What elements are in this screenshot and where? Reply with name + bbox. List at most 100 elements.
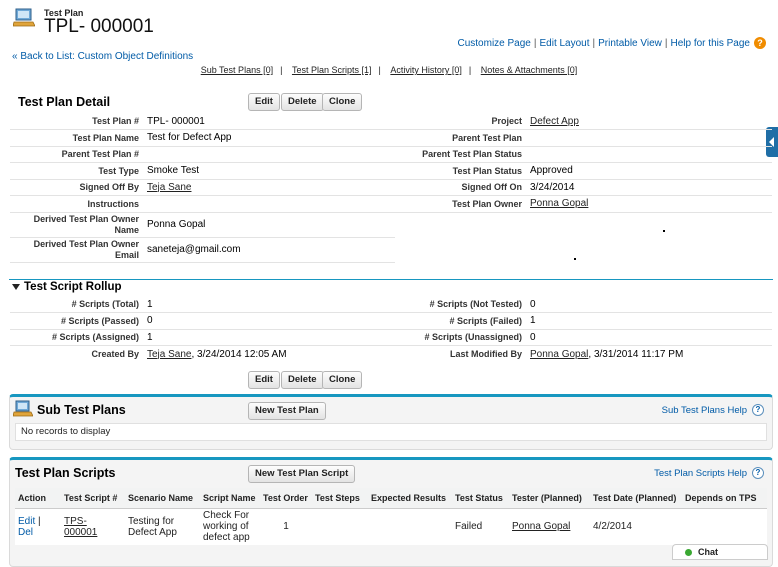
column-header[interactable]: Test Date (Planned): [590, 488, 682, 509]
field-label: # Scripts (Passed): [10, 312, 143, 330]
test-plan-owner-link[interactable]: Ponna Gopal: [530, 198, 588, 209]
cell-steps: [312, 508, 368, 545]
detail-section-title: Test Plan Detail: [18, 95, 111, 109]
help-icon[interactable]: ?: [754, 37, 766, 49]
field-label: Test Plan Owner: [395, 195, 526, 213]
field-value: [526, 146, 772, 163]
edit-layout-link[interactable]: Edit Layout: [539, 38, 589, 49]
customize-page-link[interactable]: Customize Page: [458, 38, 531, 49]
cell-scenario: Testing for Defect App: [128, 515, 177, 538]
field-label: Test Plan Name: [10, 129, 143, 147]
test-plan-object-icon: [12, 7, 36, 29]
field-label: # Scripts (Unassigned): [395, 329, 526, 346]
modified-by-link[interactable]: Ponna Gopal: [530, 349, 588, 360]
delete-button[interactable]: Delete: [281, 93, 324, 111]
field-label: # Scripts (Assigned): [10, 329, 143, 346]
field-value: Ponna Gopal: [143, 212, 395, 238]
no-records-message: No records to display: [15, 423, 767, 441]
cell-script-name: Check For working of defect app: [203, 510, 250, 544]
signed-off-by-link[interactable]: Teja Sane: [147, 182, 191, 193]
test-plan-scripts-panel: Test Plan Scripts New Test Plan Script T…: [9, 457, 773, 567]
row-edit-link[interactable]: Edit: [18, 516, 35, 527]
chat-label: Chat: [698, 547, 718, 557]
help-for-page-link[interactable]: Help for this Page: [671, 38, 751, 49]
related-link-sub-test-plans[interactable]: Sub Test Plans [0]: [201, 65, 273, 75]
cell-status: Failed: [455, 521, 483, 533]
cell-date: 4/2/2014: [593, 521, 632, 533]
column-header[interactable]: Tester (Planned): [509, 488, 590, 509]
field-label: Signed Off By: [10, 179, 143, 196]
clone-button[interactable]: Clone: [322, 93, 363, 111]
column-header[interactable]: Depends on TPS: [682, 488, 767, 509]
rollup-section-title: Test Script Rollup: [24, 281, 122, 293]
rollup-fields-right: # Scripts (Not Tested) 0 # Scripts (Faile…: [395, 296, 772, 362]
column-header[interactable]: Test Status: [452, 488, 509, 509]
related-link-activity-history[interactable]: Activity History [0]: [390, 65, 462, 75]
field-label: Last Modified By: [449, 349, 522, 359]
field-label: Test Plan #: [10, 113, 143, 130]
printable-view-link[interactable]: Printable View: [598, 38, 662, 49]
rollup-section-header[interactable]: Test Script Rollup: [9, 279, 773, 293]
field-label: Parent Test Plan: [395, 129, 526, 147]
related-link-test-plan-scripts[interactable]: Test Plan Scripts [1]: [292, 65, 372, 75]
table-header-row: Action Test Script # Scenario Name Scrip…: [15, 488, 767, 509]
column-header[interactable]: Test Order: [260, 488, 312, 509]
column-header: Action: [15, 488, 61, 509]
sub-test-plans-panel: Sub Test Plans New Test Plan Sub Test Pl…: [9, 394, 773, 450]
related-list-links: Sub Test Plans [0] | Test Plan Scripts [1…: [200, 65, 578, 75]
field-label: # Scripts (Not Tested): [395, 296, 526, 313]
column-header[interactable]: Test Steps: [312, 488, 368, 509]
field-value: 0: [526, 296, 772, 313]
field-value: Test for Defect App: [143, 129, 395, 147]
tester-link[interactable]: Ponna Gopal: [512, 521, 570, 532]
related-link-notes-attachments[interactable]: Notes & Attachments [0]: [481, 65, 578, 75]
sub-test-plans-title: Sub Test Plans: [37, 403, 126, 417]
page-title: TPL- 000001: [44, 16, 154, 37]
field-label: Derived Test Plan Owner Email: [10, 237, 143, 263]
field-value: 3/24/2014: [526, 179, 772, 196]
field-value: 0: [526, 329, 772, 346]
field-value: TPL- 000001: [143, 113, 395, 130]
test-script-link[interactable]: TPS- 000001: [64, 516, 97, 538]
clone-button-bottom[interactable]: Clone: [322, 371, 363, 389]
column-header[interactable]: Scenario Name: [125, 488, 200, 509]
top-links: Customize Page | Edit Layout | Printable…: [458, 37, 766, 49]
column-header[interactable]: Test Script #: [61, 488, 125, 509]
project-link[interactable]: Defect App: [530, 116, 579, 127]
collapse-triangle-icon[interactable]: [12, 284, 20, 291]
cell-expected: [368, 508, 452, 545]
cell-depends: [682, 508, 767, 545]
field-label: Test Plan Status: [395, 162, 526, 180]
scripts-table: Action Test Script # Scenario Name Scrip…: [15, 488, 767, 545]
help-question-icon[interactable]: ?: [752, 467, 764, 479]
edit-button[interactable]: Edit: [248, 93, 280, 111]
test-plan-scripts-title: Test Plan Scripts: [15, 466, 116, 480]
field-label: Parent Test Plan Status: [395, 146, 526, 163]
table-row: Edit | Del TPS- 000001 Testing for Defec…: [15, 508, 767, 545]
modified-stamp: , 3/31/2014 11:17 PM: [588, 348, 684, 360]
column-header[interactable]: Script Name: [200, 488, 260, 509]
test-plan-scripts-help-link[interactable]: Test Plan Scripts Help: [654, 468, 747, 479]
field-label: # Scripts (Failed): [395, 312, 526, 330]
field-value: saneteja@gmail.com: [143, 237, 395, 263]
delete-button-bottom[interactable]: Delete: [281, 371, 324, 389]
row-delete-link[interactable]: Del: [18, 527, 33, 538]
created-stamp: , 3/24/2014 12:05 AM: [191, 348, 287, 360]
sub-test-plans-help-link[interactable]: Sub Test Plans Help: [662, 405, 747, 416]
field-value: [143, 146, 395, 163]
column-header[interactable]: Expected Results: [368, 488, 452, 509]
back-to-list-link[interactable]: « Back to List: Custom Object Definition…: [12, 51, 193, 62]
chat-widget[interactable]: Chat: [672, 544, 768, 560]
new-test-plan-button[interactable]: New Test Plan: [248, 402, 326, 420]
edit-button-bottom[interactable]: Edit: [248, 371, 280, 389]
field-label: # Scripts (Total): [10, 296, 143, 313]
new-test-plan-script-button[interactable]: New Test Plan Script: [248, 465, 356, 483]
field-value: 1: [143, 329, 395, 346]
field-label: Project: [395, 113, 526, 130]
field-value: [143, 195, 395, 213]
chat-status-icon: [685, 549, 692, 557]
detail-fields-right: Project Defect App Parent Test Plan Paren…: [395, 113, 772, 213]
created-by-link[interactable]: Teja Sane: [147, 349, 191, 360]
help-question-icon[interactable]: ?: [752, 404, 764, 416]
field-label: Derived Test Plan Owner Name: [10, 212, 143, 238]
